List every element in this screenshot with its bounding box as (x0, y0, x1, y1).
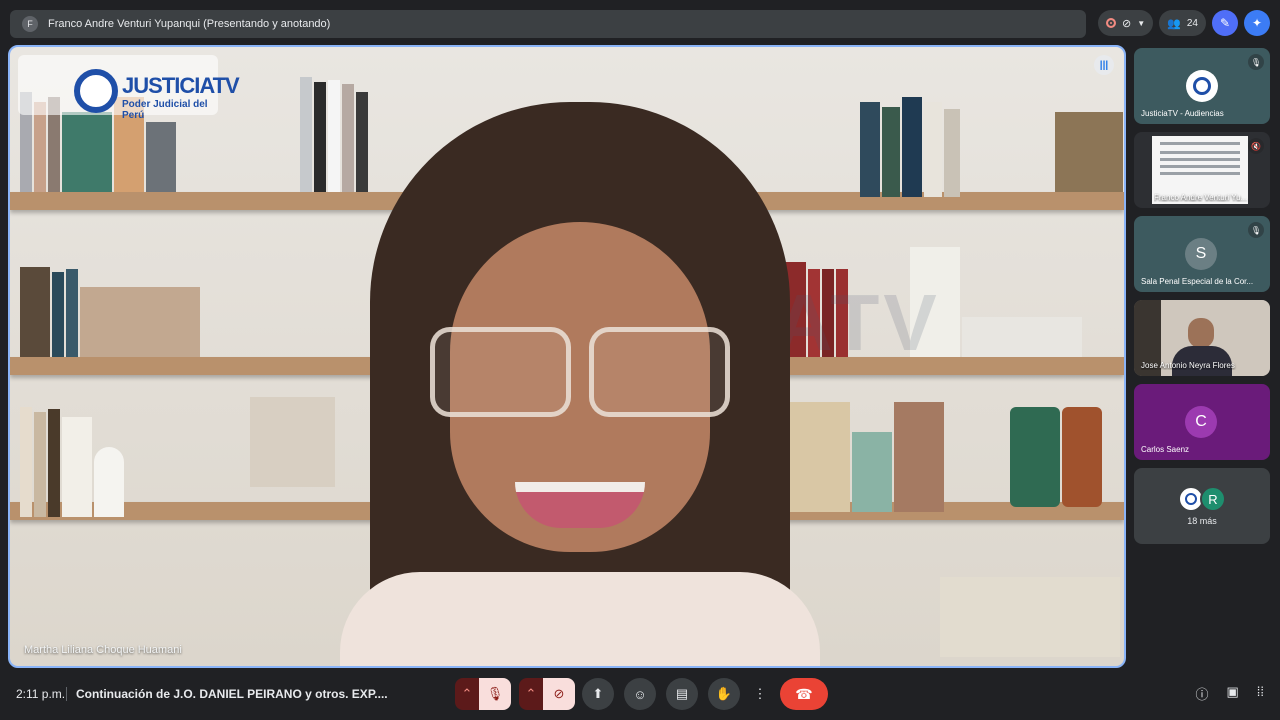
speaker-name: Martha Liliana Choque Huamani (24, 644, 182, 656)
participant-tile[interactable]: 🔇 Franco Andre Venturi Yu... (1134, 132, 1270, 208)
books (860, 97, 960, 197)
bottom-bar: 2:11 p.m. Continuación de J.O. DANIEL PE… (0, 676, 1280, 720)
mic-control: ⌃ 🎙 (455, 678, 511, 710)
participant-name: Jose Antonio Neyra Flores (1141, 361, 1235, 370)
hangup-button[interactable]: ☎ (780, 678, 828, 710)
camera-off-button[interactable]: ⊘ (543, 678, 575, 710)
justiciatv-avatar (1186, 70, 1218, 102)
speaking-indicator-icon: ||| (1094, 55, 1114, 75)
books (20, 267, 200, 357)
info-icon[interactable]: ⓘ (1195, 684, 1208, 703)
people-icon: 👥 (1167, 17, 1181, 30)
mic-off-button[interactable]: 🎙 (479, 678, 511, 710)
mic-off-icon: 🎙 (1248, 222, 1264, 238)
participant-count: 24 (1186, 17, 1198, 29)
books (1010, 407, 1102, 507)
chat-icon[interactable]: ▣ (1226, 684, 1238, 703)
mic-options-chevron-icon[interactable]: ⌃ (455, 678, 479, 710)
sparkle-icon[interactable]: ✦ (1243, 10, 1270, 36)
camera-off-icon: ⊘ (1122, 17, 1132, 30)
presenter-title: Franco Andre Venturi Yupanqui (Presentan… (48, 18, 331, 30)
recording-pill[interactable]: ⊘ ▼ (1098, 10, 1154, 36)
logo-subtitle: Poder Judicial del Perú (122, 99, 208, 121)
emoji-button[interactable]: ☺ (624, 678, 656, 710)
more-participants-tile[interactable]: R 18 más (1134, 468, 1270, 544)
books (940, 577, 1120, 657)
presenter-bar: F Franco Andre Venturi Yupanqui (Present… (10, 10, 1086, 38)
participant-name: JusticiaTV - Audiencias (1141, 109, 1224, 118)
participant-tile[interactable]: 🎙 JusticiaTV - Audiencias (1134, 48, 1270, 124)
mic-off-icon: 🎙 (1248, 54, 1264, 70)
glasses (430, 327, 730, 417)
justiciatv-logo: JUSTICIATV Poder Judicial del Perú (18, 55, 240, 121)
meeting-title: Continuación de J.O. DANIEL PEIRANO y ot… (76, 687, 388, 701)
logo-text: JUSTICIATV (122, 73, 240, 98)
participant-avatar: S (1185, 238, 1217, 270)
speaker-person (340, 102, 820, 666)
top-controls: ⊘ ▼ 👥 24 ✎ ✦ (1098, 10, 1270, 36)
pen-icon[interactable]: ✎ (1211, 10, 1238, 36)
participant-name: Sala Penal Especial de la Cor... (1141, 277, 1254, 286)
main-video[interactable]: JUSTICIATV JUSTICIATV Poder Judicial del… (8, 45, 1126, 668)
more-options-button[interactable]: ⋮ (750, 678, 770, 710)
activities-icon[interactable]: ⁞⁞ (1257, 684, 1264, 703)
participant-tile[interactable]: C Carlos Saenz (1134, 384, 1270, 460)
more-label: 18 más (1187, 516, 1217, 526)
participant-tile[interactable]: S 🎙 Sala Penal Especial de la Cor... (1134, 216, 1270, 292)
clock: 2:11 p.m. (16, 687, 66, 701)
right-icons: ⓘ ▣ ⁞⁞ (1195, 684, 1264, 703)
participant-name: Franco Andre Venturi Yu... (1154, 193, 1248, 202)
camera-options-chevron-icon[interactable]: ⌃ (519, 678, 543, 710)
raise-hand-button[interactable]: ✋ (708, 678, 740, 710)
chevron-down-icon: ▼ (1137, 18, 1146, 28)
participant-avatar: C (1185, 406, 1217, 438)
presenter-avatar: F (22, 16, 38, 32)
captions-button[interactable]: ▤ (666, 678, 698, 710)
volume-off-icon: 🔇 (1248, 138, 1264, 154)
books (1055, 112, 1123, 192)
divider (66, 687, 67, 701)
present-screen-button[interactable]: ⬆ (582, 678, 614, 710)
books (20, 407, 124, 517)
books (250, 397, 335, 487)
participants-pill[interactable]: 👥 24 (1159, 10, 1206, 36)
record-icon (1106, 18, 1116, 28)
logo-mark (74, 69, 118, 113)
camera-control: ⌃ ⊘ (519, 678, 575, 710)
participant-avatar: R (1200, 486, 1226, 512)
participant-name: Carlos Saenz (1141, 445, 1190, 454)
participant-tile[interactable]: Jose Antonio Neyra Flores (1134, 300, 1270, 376)
